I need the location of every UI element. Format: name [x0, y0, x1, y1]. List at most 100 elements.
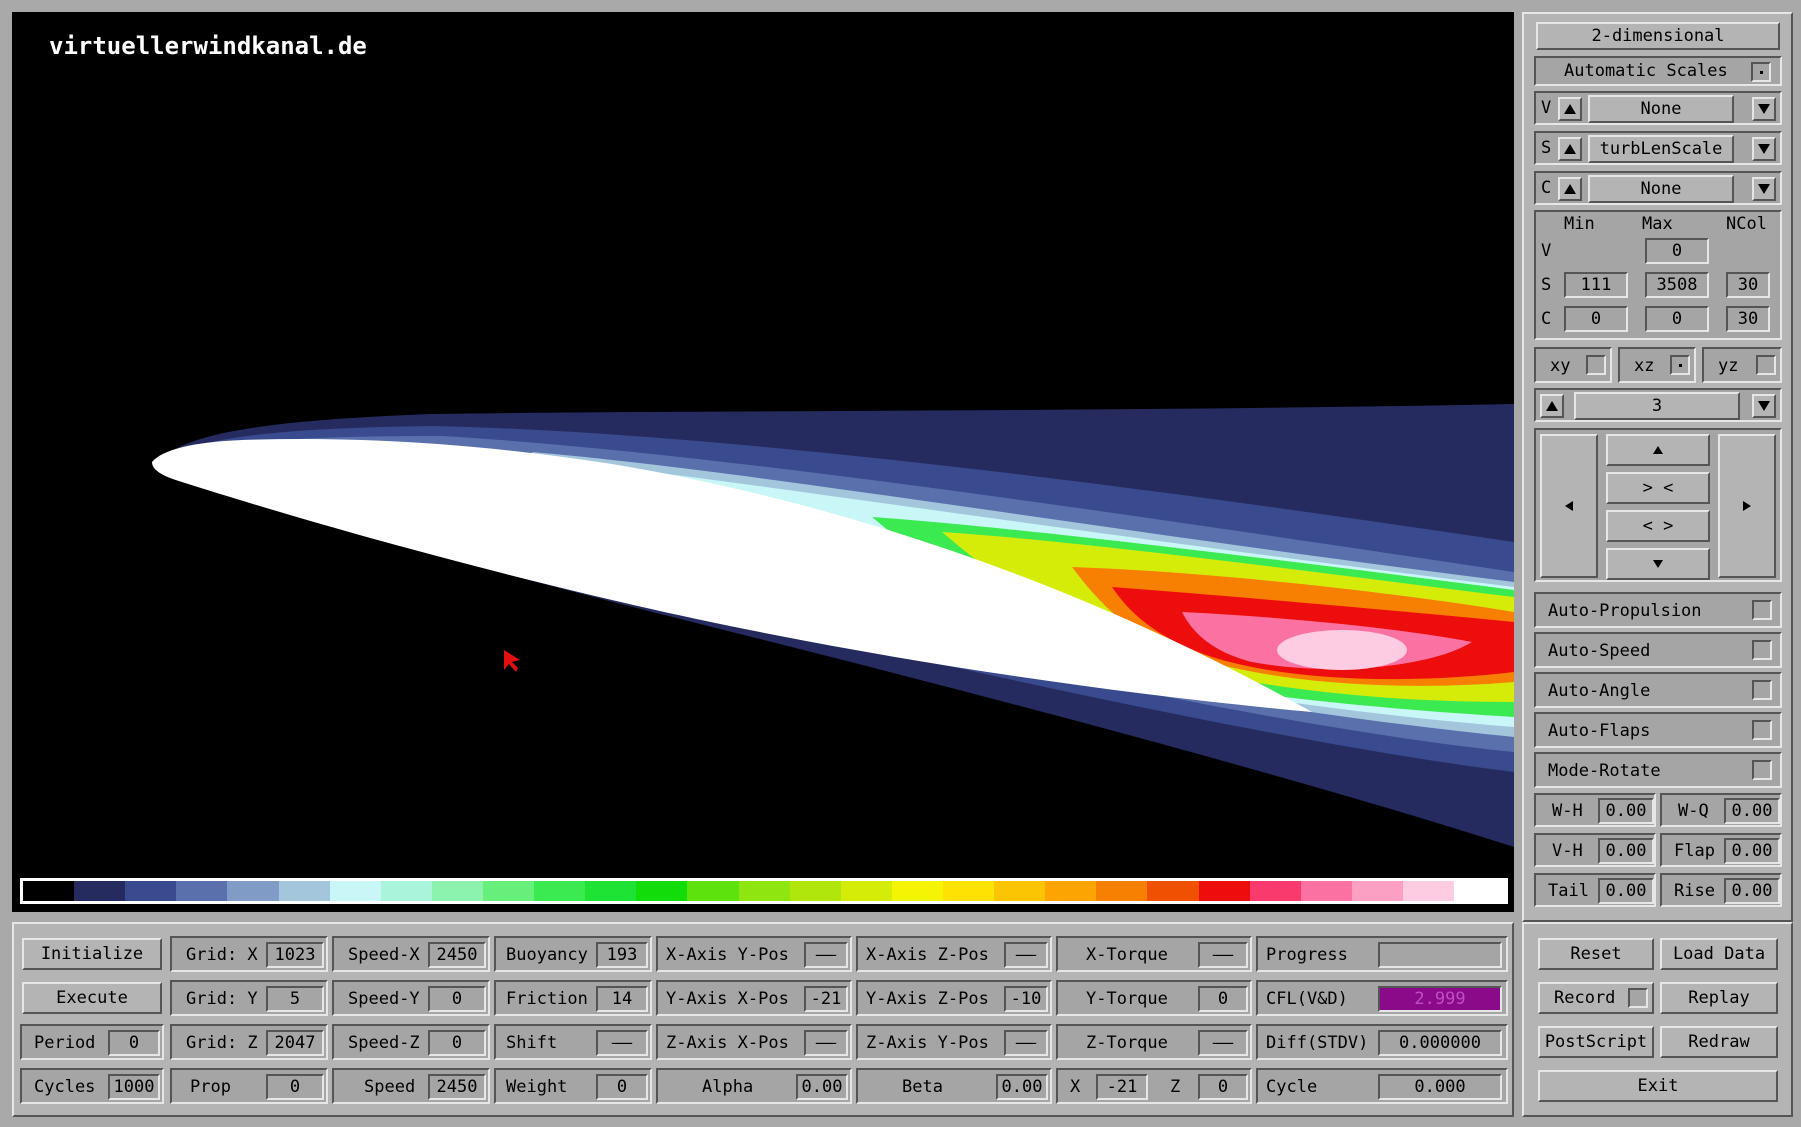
prop-group: Prop 0	[170, 1068, 328, 1104]
nav-up-button[interactable]	[1606, 434, 1710, 466]
plane-yz-checkbox[interactable]	[1756, 355, 1776, 375]
toggle-mode-rotate[interactable]: Mode-Rotate	[1534, 752, 1782, 788]
slice-value[interactable]: 3	[1574, 392, 1740, 420]
slice-stepper: 3	[1534, 388, 1782, 422]
c-ncol-field[interactable]: 30	[1726, 306, 1770, 332]
tail-field[interactable]: 0.00	[1598, 878, 1654, 904]
speed-field[interactable]: 2450	[428, 1074, 486, 1100]
auto-angle-checkbox[interactable]	[1752, 680, 1772, 700]
alpha-field[interactable]: 0.00	[796, 1074, 848, 1100]
plane-yz[interactable]: yz	[1702, 347, 1782, 383]
v-value-field[interactable]: None	[1588, 95, 1734, 123]
s-up-button[interactable]	[1558, 137, 1582, 161]
x-coord-field[interactable]: -21	[1096, 1074, 1148, 1100]
c-value-field[interactable]: None	[1588, 175, 1734, 203]
plane-xy[interactable]: xy	[1534, 347, 1612, 383]
record-button[interactable]: Record	[1538, 982, 1654, 1014]
s-down-button[interactable]	[1752, 137, 1776, 161]
period-field[interactable]: 0	[108, 1030, 160, 1056]
slice-up-button[interactable]	[1540, 394, 1564, 418]
exit-button[interactable]: Exit	[1538, 1070, 1778, 1102]
toggle-auto-angle[interactable]: Auto-Angle	[1534, 672, 1782, 708]
auto-scales-checkbox[interactable]	[1751, 62, 1771, 82]
auto-speed-checkbox[interactable]	[1752, 640, 1772, 660]
nav-left-button[interactable]	[1540, 434, 1598, 578]
mode-button[interactable]: 2-dimensional	[1536, 22, 1780, 50]
gridz-field[interactable]: 2047	[266, 1030, 324, 1056]
ytorque-field[interactable]: 0	[1198, 986, 1248, 1012]
record-checkbox[interactable]	[1628, 988, 1648, 1008]
yaxis-xpos-group: Y-Axis X-Pos -21	[656, 980, 852, 1016]
plane-xy-checkbox[interactable]	[1586, 355, 1606, 375]
nav-down-button[interactable]	[1606, 548, 1710, 580]
load-data-button[interactable]: Load Data	[1660, 938, 1778, 970]
vh-field[interactable]: 0.00	[1598, 838, 1654, 864]
z-coord-field[interactable]: 0	[1198, 1074, 1248, 1100]
friction-field[interactable]: 14	[596, 986, 648, 1012]
mode-rotate-checkbox[interactable]	[1752, 760, 1772, 780]
speedz-field[interactable]: 0	[428, 1030, 486, 1056]
weight-field[interactable]: 0	[596, 1074, 648, 1100]
v-max-field[interactable]: 0	[1645, 238, 1709, 264]
v-down-button[interactable]	[1752, 97, 1776, 121]
weight-group: Weight 0	[494, 1068, 652, 1104]
auto-propulsion-checkbox[interactable]	[1752, 600, 1772, 620]
initialize-button[interactable]: Initialize	[22, 938, 162, 970]
c-down-button[interactable]	[1752, 177, 1776, 201]
gridx-field[interactable]: 1023	[266, 942, 324, 968]
v-up-button[interactable]	[1558, 97, 1582, 121]
yaxis-zpos-field[interactable]: -10	[1004, 986, 1048, 1012]
prop-field[interactable]: 0	[266, 1074, 324, 1100]
toggle-auto-speed[interactable]: Auto-Speed	[1534, 632, 1782, 668]
replay-button[interactable]: Replay	[1660, 982, 1778, 1014]
zaxis-ypos-label: Z-Axis Y-Pos	[866, 1033, 989, 1053]
flap-field[interactable]: 0.00	[1724, 838, 1780, 864]
buoyancy-field[interactable]: 193	[596, 942, 648, 968]
wh-field[interactable]: 0.00	[1598, 798, 1654, 824]
auto-scales-row: Automatic Scales	[1534, 56, 1782, 86]
simulation-viewport[interactable]: virtuellerwindkanal.de	[12, 12, 1514, 912]
auto-scales-label: Automatic Scales	[1564, 61, 1728, 81]
beta-group: Beta 0.00	[856, 1068, 1052, 1104]
yaxis-xpos-field[interactable]: -21	[804, 986, 848, 1012]
ztorque-field[interactable]: ——	[1198, 1030, 1248, 1056]
toggle-auto-flaps[interactable]: Auto-Flaps	[1534, 712, 1782, 748]
rise-field[interactable]: 0.00	[1724, 878, 1780, 904]
cycle-group: Cycle 0.000	[1256, 1068, 1508, 1104]
c-min-field[interactable]: 0	[1564, 306, 1628, 332]
gridz-group: Grid: Z 2047	[170, 1024, 328, 1060]
postscript-button[interactable]: PostScript	[1538, 1026, 1654, 1058]
cycles-field[interactable]: 1000	[108, 1074, 160, 1100]
s-max-field[interactable]: 3508	[1645, 272, 1709, 298]
beta-field[interactable]: 0.00	[996, 1074, 1048, 1100]
nav-right-button[interactable]	[1718, 434, 1776, 578]
xaxis-zpos-field[interactable]: ——	[1004, 942, 1048, 968]
wq-field[interactable]: 0.00	[1724, 798, 1780, 824]
nav-zoom-out-button[interactable]: < >	[1606, 510, 1710, 542]
speedy-field[interactable]: 0	[428, 986, 486, 1012]
slice-down-button[interactable]	[1752, 394, 1776, 418]
s-value-field[interactable]: turbLenScale	[1588, 135, 1734, 163]
xaxis-ypos-field[interactable]: ——	[804, 942, 848, 968]
zaxis-xpos-field[interactable]: ——	[804, 1030, 848, 1056]
s-ncol-field[interactable]: 30	[1726, 272, 1770, 298]
gridy-field[interactable]: 5	[266, 986, 324, 1012]
c-max-field[interactable]: 0	[1645, 306, 1709, 332]
zaxis-ypos-field[interactable]: ——	[1004, 1030, 1048, 1056]
nav-zoom-in-button[interactable]: > <	[1606, 472, 1710, 504]
shift-field[interactable]: ——	[596, 1030, 648, 1056]
execute-button[interactable]: Execute	[22, 982, 162, 1014]
speedx-field[interactable]: 2450	[428, 942, 486, 968]
up-arrow-icon	[1564, 144, 1576, 154]
redraw-button[interactable]: Redraw	[1660, 1026, 1778, 1058]
color-swatch	[534, 881, 586, 901]
plane-xz-checkbox[interactable]	[1670, 355, 1690, 375]
s-min-field[interactable]: 111	[1564, 272, 1628, 298]
tail-group: Tail 0.00	[1534, 873, 1656, 907]
plane-xz[interactable]: xz	[1618, 347, 1696, 383]
auto-flaps-checkbox[interactable]	[1752, 720, 1772, 740]
toggle-auto-propulsion[interactable]: Auto-Propulsion	[1534, 592, 1782, 628]
reset-button[interactable]: Reset	[1538, 938, 1654, 970]
xtorque-field[interactable]: ——	[1198, 942, 1248, 968]
c-up-button[interactable]	[1558, 177, 1582, 201]
